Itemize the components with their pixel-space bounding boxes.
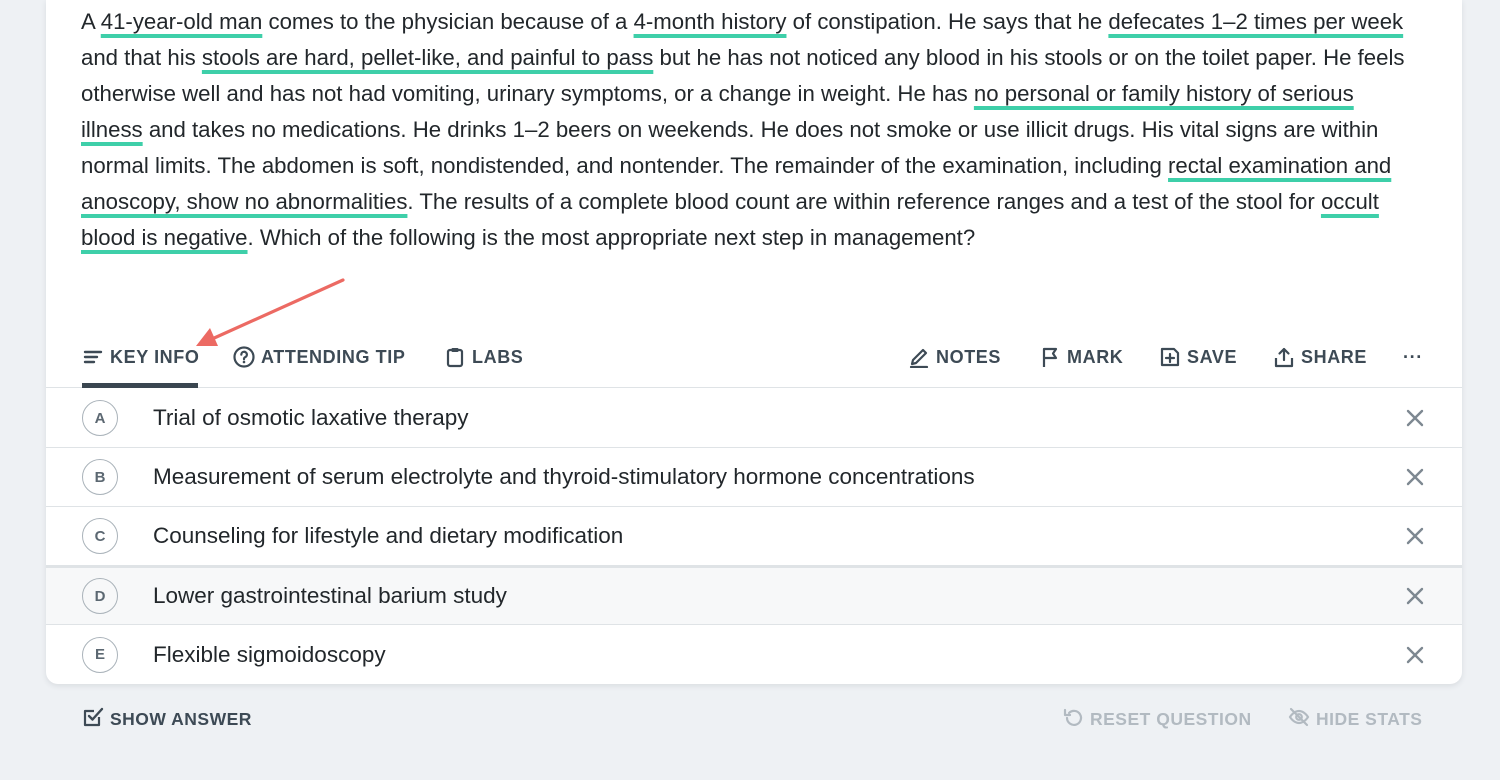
more-options-label: ··· [1403,347,1423,367]
stem-text: . The results of a complete blood count … [407,189,1321,214]
close-icon[interactable] [1404,525,1426,547]
tab-attending-tip[interactable]: ATTENDING TIP [233,338,405,388]
mark-label: MARK [1067,347,1124,367]
clipboard-icon [444,346,466,373]
check-square-icon [82,706,104,733]
answer-option-c[interactable]: C Counseling for lifestyle and dietary m… [46,507,1462,566]
answer-option-b[interactable]: B Measurement of serum electrolyte and t… [46,448,1462,507]
stem-text: of constipation. He says that he [786,9,1109,34]
option-text: Lower gastrointestinal barium study [153,583,507,608]
reset-question-label: RESET QUESTION [1090,709,1252,729]
question-circle-icon [233,346,255,373]
mark-button[interactable]: MARK [1039,338,1123,388]
option-text: Counseling for lifestyle and dietary mod… [153,523,624,548]
answer-option-a[interactable]: A Trial of osmotic laxative therapy [46,389,1462,448]
save-plus-icon [1159,346,1181,373]
option-letter: A [82,400,118,436]
option-letter: D [82,578,118,614]
show-answer-button[interactable]: SHOW ANSWER [82,706,252,733]
answer-option-e[interactable]: E Flexible sigmoidoscopy [46,625,1462,684]
option-text: Measurement of serum electrolyte and thy… [153,464,975,489]
flag-icon [1039,346,1061,373]
hide-stats-label: HIDE STATS [1316,709,1423,729]
reset-question-button[interactable]: RESET QUESTION [1062,706,1252,733]
answer-option-d[interactable]: D Lower gastrointestinal barium study [46,566,1462,625]
key-info-highlight: defecates 1–2 times per week [1108,9,1404,34]
option-letter: B [82,459,118,495]
tab-attending-tip-label: ATTENDING TIP [261,347,406,367]
notes-button[interactable]: NOTES [908,338,1001,388]
close-icon[interactable] [1404,644,1426,666]
share-button[interactable]: SHARE [1273,338,1367,388]
tab-key-info-label: KEY INFO [110,347,200,367]
share-label: SHARE [1301,347,1368,367]
tab-labs[interactable]: LABS [444,338,523,388]
lines-icon [82,346,104,373]
more-options-button[interactable]: ··· [1403,338,1423,388]
tab-key-info[interactable]: KEY INFO [82,338,200,388]
close-icon[interactable] [1404,407,1426,429]
share-upload-icon [1273,346,1295,373]
hide-stats-button[interactable]: HIDE STATS [1288,706,1422,733]
option-text: Trial of osmotic laxative therapy [153,405,469,430]
key-info-highlight: 4-month history [633,9,787,34]
undo-icon [1062,706,1084,733]
question-toolbar: KEY INFO ATTENDING TIP LABS NOTES MARK S… [46,338,1462,388]
eye-off-icon [1288,706,1310,733]
save-button[interactable]: SAVE [1159,338,1237,388]
option-letter: E [82,636,118,673]
close-icon[interactable] [1404,466,1426,488]
option-text: Flexible sigmoidoscopy [153,641,386,667]
pencil-icon [908,346,930,373]
annotation-arrow [196,278,345,346]
notes-label: NOTES [936,347,1002,367]
close-icon[interactable] [1404,585,1426,607]
save-label: SAVE [1187,347,1238,367]
answer-options: A Trial of osmotic laxative therapy B Me… [46,389,1462,684]
option-letter: C [82,518,118,554]
question-card: A 41-year-old man comes to the physician… [46,0,1462,684]
show-answer-label: SHOW ANSWER [110,709,252,729]
tab-labs-label: LABS [472,347,524,367]
